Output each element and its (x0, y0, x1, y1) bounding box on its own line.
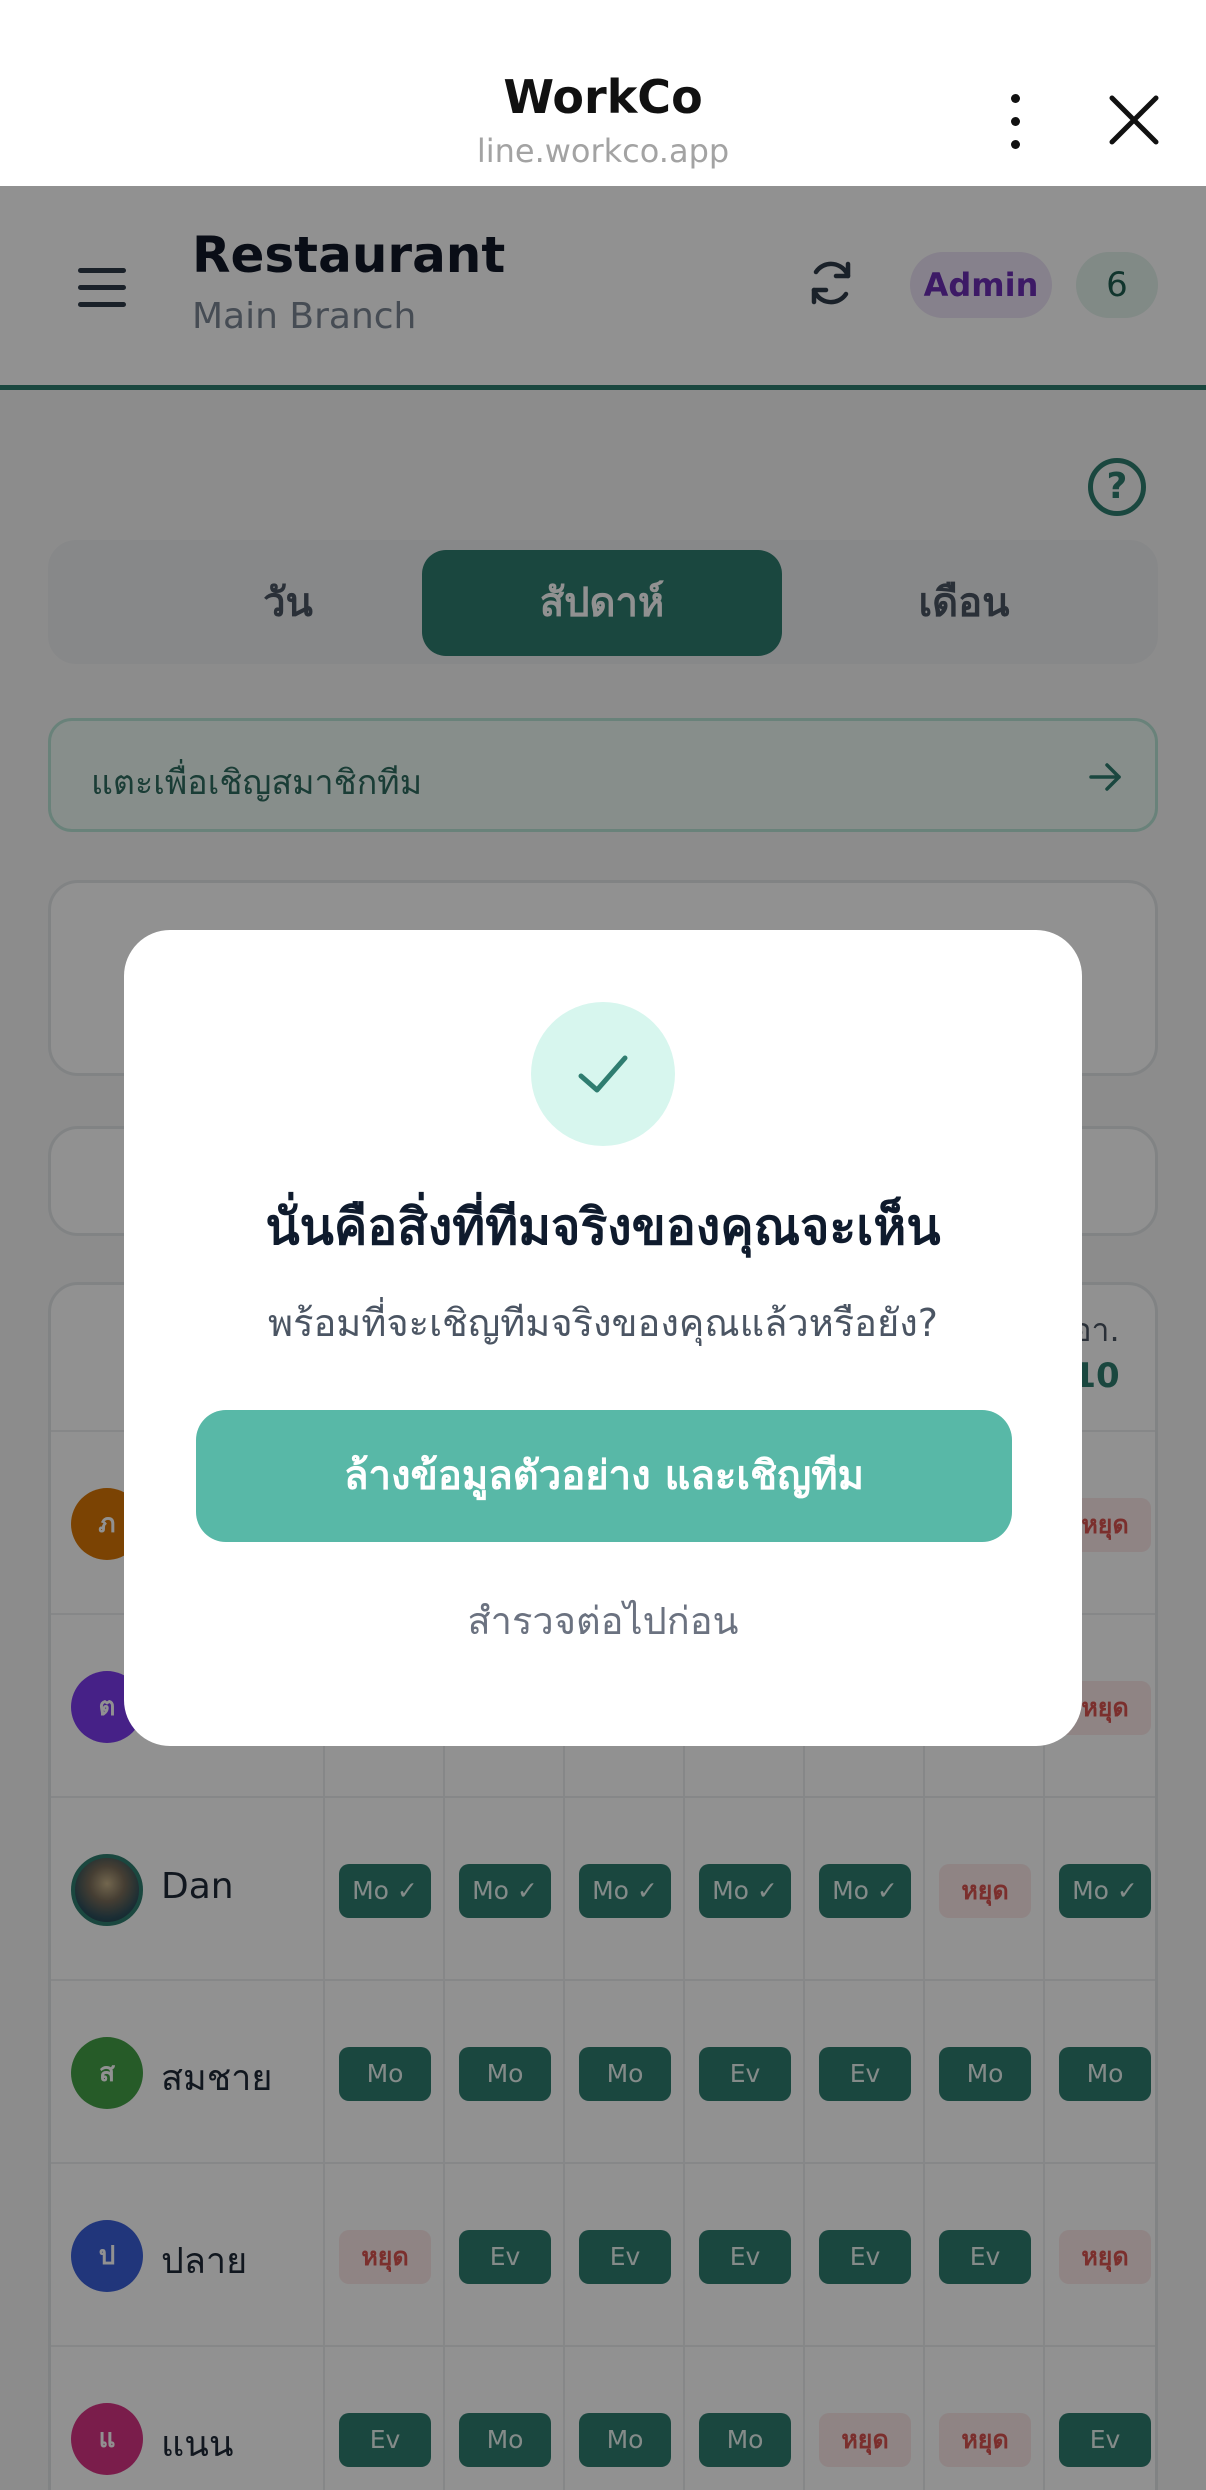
dialog-message: พร้อมที่จะเชิญทีมจริงของคุณแล้วหรือยัง? (268, 1301, 938, 1345)
success-badge (531, 1002, 675, 1146)
preview-complete-dialog: นั่นคือสิ่งที่ทีมจริงของคุณจะเห็น พร้อมท… (124, 930, 1082, 1746)
browser-bar: WorkCo line.workco.app (0, 0, 1206, 186)
dialog-title: นั่นคือสิ่งที่ทีมจริงของคุณจะเห็น (265, 1198, 941, 1256)
keep-exploring-button[interactable]: สำรวจต่อไปก่อน (124, 1590, 1082, 1651)
check-icon (578, 1055, 628, 1093)
clear-sample-and-invite-button[interactable]: ล้างข้อมูลตัวอย่าง และเชิญทีม (196, 1410, 1012, 1542)
more-vertical-icon[interactable] (1000, 92, 1030, 152)
app-screen: WorkCo line.workco.app Restaurant Main B… (0, 0, 1206, 2490)
close-icon[interactable] (1108, 94, 1160, 146)
